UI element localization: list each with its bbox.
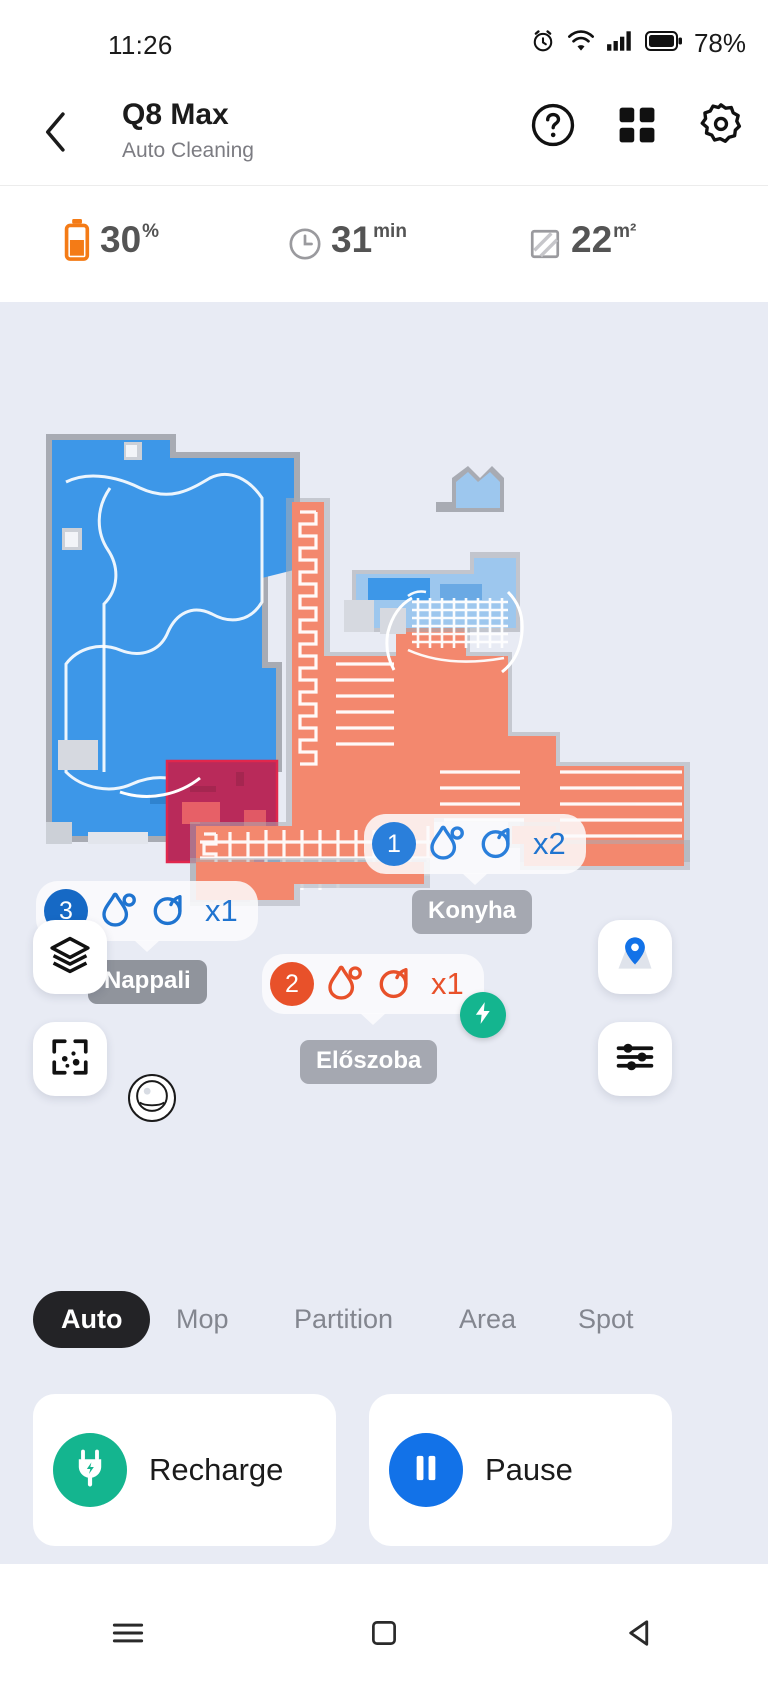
alarm-icon bbox=[530, 28, 556, 59]
water-drop-icon bbox=[97, 888, 139, 935]
stat-time-unit: min bbox=[373, 221, 407, 242]
help-button[interactable] bbox=[530, 102, 576, 153]
battery-icon bbox=[64, 219, 91, 261]
back-nav-button[interactable] bbox=[595, 1600, 685, 1670]
repeat-icon bbox=[374, 961, 416, 1008]
room-settings-bubble-1[interactable]: 1 x2 bbox=[364, 814, 586, 885]
room-label-konyha[interactable]: Konyha bbox=[412, 890, 533, 934]
map-pin-icon bbox=[613, 933, 657, 982]
bubble-tail bbox=[359, 1013, 386, 1025]
tab-partition[interactable]: Partition bbox=[294, 1304, 393, 1335]
page-subtitle: Auto Cleaning bbox=[122, 139, 254, 162]
map-canvas[interactable]: Nappali Konyha Előszoba 1 x2 2 x1 3 x1 bbox=[0, 302, 768, 1266]
home-button[interactable] bbox=[339, 1600, 429, 1670]
pause-button[interactable]: Pause bbox=[369, 1394, 672, 1546]
map-settings-button[interactable] bbox=[598, 1022, 672, 1096]
plug-icon bbox=[69, 1447, 111, 1494]
back-icon bbox=[622, 1615, 658, 1656]
clock-icon bbox=[288, 227, 322, 261]
stat-area: 22 m² bbox=[528, 219, 636, 261]
repeat-count: x1 bbox=[205, 893, 238, 928]
menu-icon bbox=[109, 1614, 147, 1657]
gear-icon bbox=[698, 102, 744, 153]
signal-icon bbox=[606, 29, 634, 58]
sliders-icon bbox=[614, 1036, 656, 1083]
help-icon bbox=[530, 102, 576, 153]
pause-label: Pause bbox=[485, 1452, 573, 1487]
stats-row: 30 % 31 min 22 m² bbox=[0, 187, 768, 302]
wifi-icon bbox=[567, 29, 595, 58]
stat-time: 31 min bbox=[288, 219, 407, 261]
stat-area-unit: m² bbox=[613, 221, 637, 242]
repeat-icon bbox=[476, 821, 518, 868]
title-block: Q8 Max Auto Cleaning bbox=[122, 96, 254, 166]
charging-dock-marker[interactable] bbox=[460, 992, 506, 1038]
mode-tabs: Auto Mop Partition Area Spot bbox=[0, 1266, 768, 1374]
app-bar-actions bbox=[530, 102, 744, 153]
plug-icon-circle bbox=[53, 1433, 127, 1507]
rooms-grid-button[interactable] bbox=[614, 104, 660, 150]
page-title: Q8 Max bbox=[122, 98, 229, 131]
tab-mop[interactable]: Mop bbox=[176, 1304, 229, 1335]
menu-button[interactable] bbox=[83, 1600, 173, 1670]
battery-icon bbox=[644, 30, 683, 57]
robot-position-marker[interactable] bbox=[128, 1074, 176, 1122]
bubble-tail bbox=[461, 873, 488, 885]
floor-plan bbox=[46, 434, 690, 906]
map-layers-button[interactable] bbox=[33, 920, 107, 994]
charging-dock-icon bbox=[470, 1000, 496, 1031]
stat-area-value: 22 bbox=[571, 219, 613, 260]
status-indicators: 78% bbox=[530, 28, 746, 59]
area-icon bbox=[528, 227, 562, 261]
repeat-count: x2 bbox=[533, 826, 566, 861]
water-drop-icon bbox=[425, 821, 467, 868]
pause-icon-circle bbox=[389, 1433, 463, 1507]
clean-order-badge: 2 bbox=[270, 962, 314, 1006]
phone-screen: 11:26 78% Q8 Max Auto Cleaning 30 % 31 m… bbox=[0, 0, 768, 1706]
recharge-button[interactable]: Recharge bbox=[33, 1394, 336, 1546]
recharge-label: Recharge bbox=[149, 1452, 284, 1487]
system-nav-bar bbox=[0, 1564, 768, 1706]
bubble-tail bbox=[133, 940, 160, 952]
layers-icon bbox=[49, 934, 91, 981]
pause-icon bbox=[409, 1451, 443, 1490]
stat-time-value: 31 bbox=[331, 219, 373, 260]
back-button[interactable] bbox=[32, 110, 80, 158]
grid-icon bbox=[615, 103, 659, 152]
repeat-icon bbox=[148, 888, 190, 935]
settings-button[interactable] bbox=[698, 102, 744, 153]
battery-percent: 78% bbox=[693, 28, 746, 58]
repeat-count: x1 bbox=[431, 966, 464, 1001]
tab-auto[interactable]: Auto bbox=[33, 1291, 151, 1348]
stat-battery-value: 30 bbox=[100, 219, 142, 260]
tab-spot[interactable]: Spot bbox=[578, 1304, 634, 1335]
robot-vacuum-icon bbox=[135, 1079, 169, 1118]
clean-order-badge: 1 bbox=[372, 822, 416, 866]
tab-area[interactable]: Area bbox=[459, 1304, 516, 1335]
map-pin-button[interactable] bbox=[598, 920, 672, 994]
stat-battery-unit: % bbox=[142, 221, 160, 242]
dirt-detection-button[interactable] bbox=[33, 1022, 107, 1096]
action-bar: Recharge Pause bbox=[0, 1374, 768, 1564]
status-time: 11:26 bbox=[108, 30, 173, 60]
stat-battery: 30 % bbox=[64, 219, 159, 261]
home-icon bbox=[367, 1616, 401, 1655]
room-settings-bubble-2[interactable]: 2 x1 bbox=[262, 954, 484, 1025]
dirt-zone-icon bbox=[49, 1036, 91, 1083]
app-bar: Q8 Max Auto Cleaning bbox=[0, 78, 768, 186]
room-label-eloszoba[interactable]: Előszoba bbox=[300, 1040, 438, 1084]
status-bar: 11:26 78% bbox=[0, 0, 768, 78]
chevron-left-icon bbox=[39, 110, 73, 159]
water-drop-icon bbox=[323, 961, 365, 1008]
